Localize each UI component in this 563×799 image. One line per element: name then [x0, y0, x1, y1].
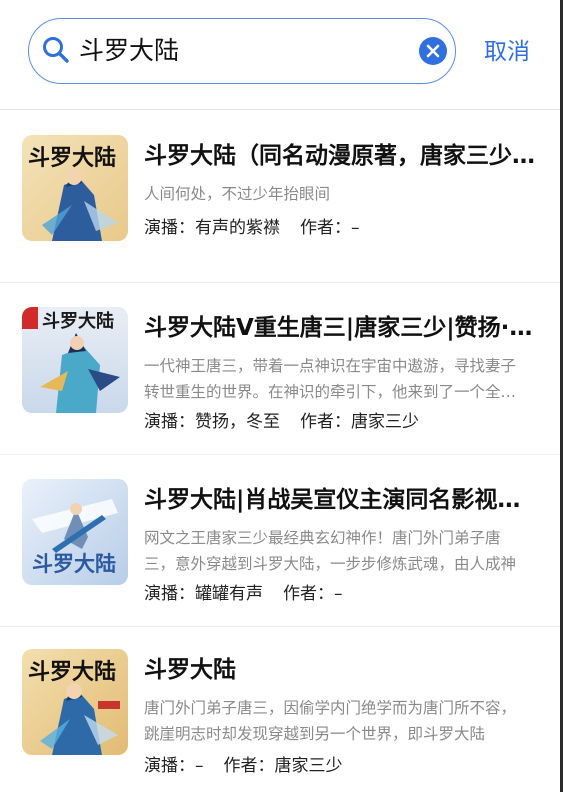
album-cover[interactable]: 斗罗大陆 [22, 135, 128, 241]
result-description: 人间何处，不过少年抬眼间 [144, 185, 331, 203]
search-input[interactable]: 斗罗大陆 [28, 18, 456, 84]
cover-title: 斗罗大陆 [42, 310, 114, 332]
result-title[interactable]: 斗罗大陆V重生唐三|唐家三少|赞扬·冬至 [144, 311, 536, 345]
album-cover[interactable]: 斗罗大陆 [22, 649, 128, 755]
result-meta: 演播：罐罐有声 作者：– [144, 581, 343, 607]
cover-title: 斗罗大陆 [28, 659, 116, 685]
result-meta: 演播：赞扬，冬至 作者：唐家三少 [144, 409, 419, 435]
search-icon [41, 35, 71, 65]
list-item[interactable]: 斗罗大陆 斗罗大陆 唐门外门弟子唐三，因偷学内门绝学而为唐门所不容，跳崖明志时却… [0, 627, 560, 799]
result-description: 一代神王唐三，带着一点神识在宇宙中遨游，寻找妻子转世重生的世界。在神识的牵引下，… [144, 357, 517, 401]
album-cover[interactable]: 斗罗大陆 [22, 479, 128, 585]
result-title[interactable]: 斗罗大陆 [144, 653, 536, 687]
cover-title: 斗罗大陆 [28, 145, 116, 171]
search-header: 斗罗大陆 取消 [0, 0, 560, 110]
cover-title: 斗罗大陆 [32, 551, 116, 576]
list-item[interactable]: 斗罗大陆 斗罗大陆V重生唐三|唐家三少|赞扬·冬至 一代神王唐三，带着一点神识在… [0, 283, 560, 455]
result-description: 唐门外门弟子唐三，因偷学内门绝学而为唐门所不容，跳崖明志时却发现穿越到另一个世界… [144, 699, 517, 743]
search-query[interactable]: 斗罗大陆 [79, 33, 179, 69]
result-description: 网文之王唐家三少最经典玄幻神作！唐门外门弟子唐三，意外穿越到斗罗大陆，一步步修炼… [144, 529, 517, 573]
author-label: 作者：唐家三少 [300, 412, 419, 432]
narrator-label: 演播：罐罐有声 [144, 584, 263, 604]
result-title[interactable]: 斗罗大陆|肖战吴宣仪主演同名影视剧原著 [144, 483, 536, 517]
list-item[interactable]: 斗罗大陆 斗罗大陆|肖战吴宣仪主演同名影视剧原著 网文之王唐家三少最经典玄幻神作… [0, 455, 560, 627]
author-label: 作者：– [283, 584, 343, 604]
author-label: 作者：唐家三少 [223, 756, 343, 776]
result-title[interactable]: 斗罗大陆（同名动漫原著，唐家三少原著) [144, 139, 536, 173]
result-meta: 演播：– 作者：唐家三少 [144, 753, 343, 779]
clear-icon[interactable] [419, 37, 447, 65]
narrator-label: 演播：有声的紫襟 [144, 218, 280, 238]
cancel-button[interactable]: 取消 [484, 34, 530, 70]
narrator-label: 演播：– [144, 756, 204, 776]
narrator-label: 演播：赞扬，冬至 [144, 412, 280, 432]
list-item[interactable]: 斗罗大陆 斗罗大陆（同名动漫原著，唐家三少原著) 人间何处，不过少年抬眼间 演播… [0, 111, 560, 283]
album-cover[interactable]: 斗罗大陆 [22, 307, 128, 413]
result-meta: 演播：有声的紫襟 作者：– [144, 215, 360, 241]
author-label: 作者：– [300, 218, 360, 238]
